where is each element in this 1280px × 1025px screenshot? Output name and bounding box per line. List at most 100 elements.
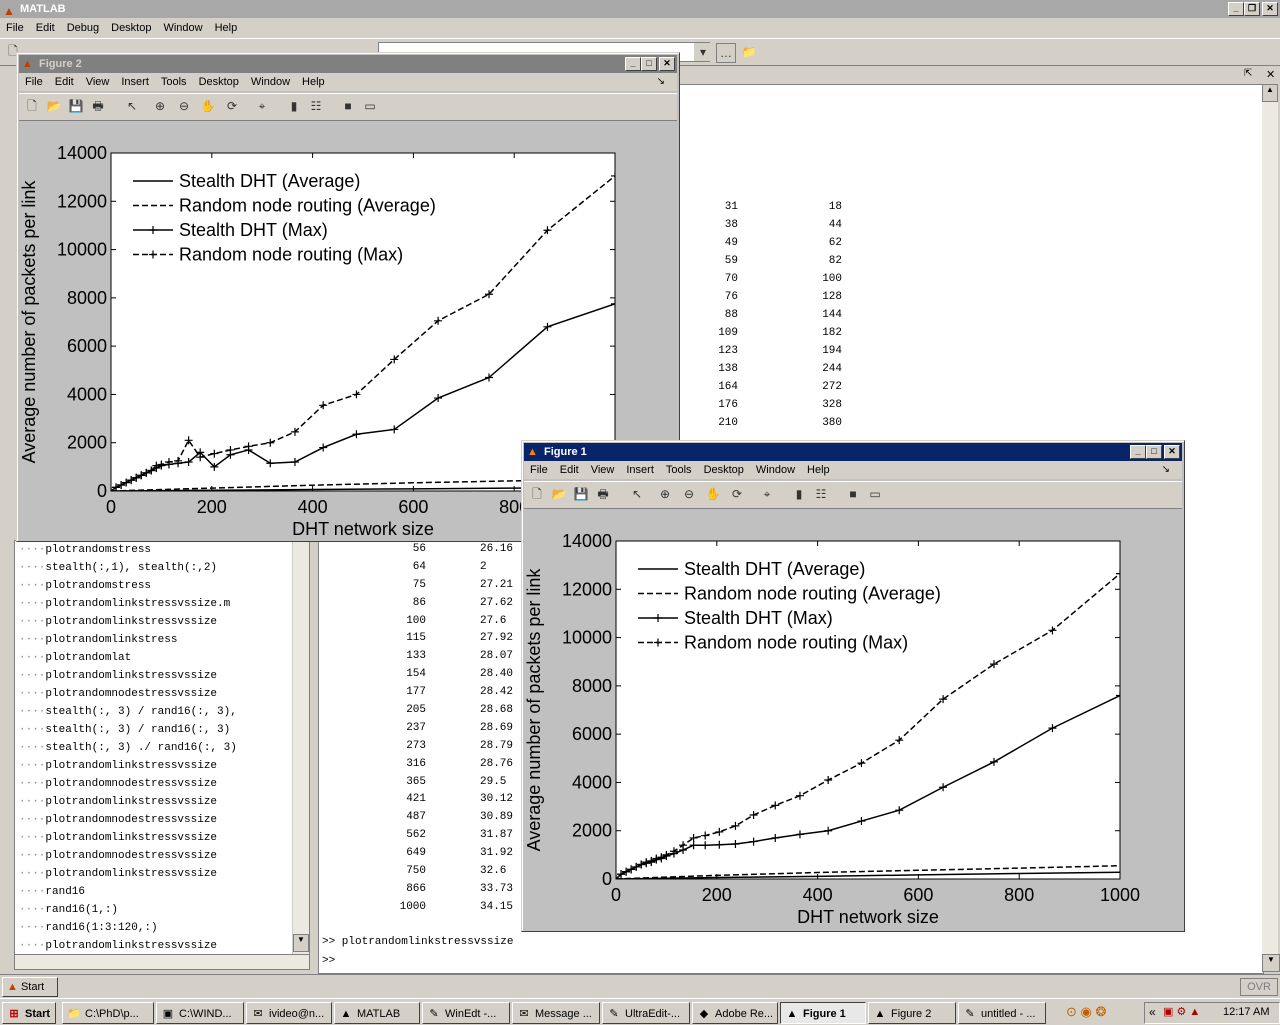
taskbar-button[interactable]: ✎ UltraEdit-...	[602, 1002, 690, 1024]
history-item[interactable]: ····stealth(:, 3) ./ rand16(:, 3)	[19, 739, 237, 757]
legend-icon[interactable]: ☷	[307, 97, 325, 115]
print-icon[interactable]: 🖶	[594, 485, 612, 503]
taskbar-button[interactable]: ◆ Adobe Re...	[692, 1002, 778, 1024]
history-item[interactable]: ····plotrandomlat	[19, 649, 237, 667]
figure2-menu-insert[interactable]: Insert	[115, 73, 155, 91]
dock-arrow-icon[interactable]: ↘	[651, 73, 671, 91]
zoom-out-icon[interactable]: ⊖	[680, 485, 698, 503]
history-item[interactable]: ····plotrandomlinkstressvssize	[19, 865, 237, 883]
menu-window[interactable]: Window	[157, 19, 208, 37]
figure1-minimize-button[interactable]: _	[1130, 445, 1146, 459]
data-cursor-icon[interactable]: ⌖	[253, 97, 271, 115]
history-item[interactable]: ····plotrandomlinkstressvssize	[19, 829, 237, 847]
legend-icon[interactable]: ☷	[812, 485, 830, 503]
figure2-close-button[interactable]: ✕	[659, 57, 675, 71]
taskbar-button[interactable]: ▲ Figure 1	[780, 1002, 866, 1024]
cmd-prompt-2[interactable]: >>	[322, 955, 335, 967]
taskbar-button[interactable]: ✉ ivideo@n...	[246, 1002, 332, 1024]
history-item[interactable]: ····plotrandomnodestressvssize	[19, 811, 237, 829]
dropdown-arrow-icon[interactable]: ▾	[694, 43, 712, 61]
history-item[interactable]: ····plotrandomstress	[19, 541, 237, 559]
undock-icon[interactable]: ⇱	[1244, 68, 1252, 79]
figure1-menu-edit[interactable]: Edit	[554, 461, 585, 479]
zoom-in-icon[interactable]: ⊕	[656, 485, 674, 503]
new-figure-icon[interactable]: 🗋	[23, 97, 41, 115]
rotate-icon[interactable]: ⟳	[728, 485, 746, 503]
history-item[interactable]: ····plotrandomlinkstressvssize	[19, 937, 237, 955]
figure1-menu-view[interactable]: View	[585, 461, 621, 479]
history-scrollbar[interactable]: ▼	[292, 540, 309, 954]
figure1-menu-file[interactable]: File	[524, 461, 554, 479]
figure1-close-button[interactable]: ✕	[1164, 445, 1180, 459]
history-item[interactable]: ····plotrandomnodestressvssize	[19, 775, 237, 793]
history-item[interactable]: ····stealth(:, 3) / rand16(:, 3)	[19, 721, 237, 739]
figure1-maximize-button[interactable]: □	[1146, 445, 1162, 459]
history-item[interactable]: ····rand16(1,:)	[19, 901, 237, 919]
taskbar-button[interactable]: ▣ C:\WIND...	[156, 1002, 244, 1024]
colorbar-icon[interactable]: ▮	[790, 485, 808, 503]
browse-button[interactable]: …	[716, 43, 736, 63]
taskbar-button[interactable]: ▲ Figure 2	[868, 1002, 956, 1024]
minimize-button[interactable]: _	[1228, 2, 1244, 16]
open-icon[interactable]: 📂	[550, 485, 568, 503]
figure2-menu-file[interactable]: File	[19, 73, 49, 91]
history-item[interactable]: ····plotrandomlinkstressvssize	[19, 613, 237, 631]
zoom-out-icon[interactable]: ⊖	[175, 97, 193, 115]
taskbar-button[interactable]: ▲ MATLAB	[334, 1002, 420, 1024]
figure2-menu-help[interactable]: Help	[296, 73, 331, 91]
history-item[interactable]: ····rand16	[19, 883, 237, 901]
save-icon[interactable]: 💾	[67, 97, 85, 115]
hide-tools-icon[interactable]: ■	[339, 97, 357, 115]
history-item[interactable]: ····stealth(:,1), stealth(:,2)	[19, 559, 237, 577]
figure1-menu-insert[interactable]: Insert	[620, 461, 660, 479]
taskbar-button[interactable]: 📁 C:\PhD\p...	[62, 1002, 154, 1024]
hide-tools-icon[interactable]: ■	[844, 485, 862, 503]
figure2-menu-tools[interactable]: Tools	[155, 73, 193, 91]
pointer-icon[interactable]: ↖	[628, 485, 646, 503]
restore-button[interactable]: ❐	[1244, 2, 1260, 16]
history-item[interactable]: ····plotrandomnodestressvssize	[19, 847, 237, 865]
history-item[interactable]: ····plotrandomstress	[19, 577, 237, 595]
history-item[interactable]: ····plotrandomlinkstressvssize	[19, 667, 237, 685]
open-icon[interactable]: 📂	[45, 97, 63, 115]
menu-help[interactable]: Help	[209, 19, 244, 37]
history-item[interactable]: ····plotrandomlinkstress	[19, 631, 237, 649]
figure2-menu-desktop[interactable]: Desktop	[193, 73, 245, 91]
print-icon[interactable]: 🖶	[89, 97, 107, 115]
close-button[interactable]: ✕	[1262, 2, 1278, 16]
matlab-start-button[interactable]: ▲ Start	[2, 977, 58, 997]
figure2-menu-edit[interactable]: Edit	[49, 73, 80, 91]
figure1-menu-tools[interactable]: Tools	[660, 461, 698, 479]
history-item[interactable]: ····plotrandomlinkstressvssize	[19, 757, 237, 775]
menu-desktop[interactable]: Desktop	[105, 19, 157, 37]
menu-file[interactable]: File	[0, 19, 30, 37]
history-item[interactable]: ····rand16(1:3:120,:)	[19, 919, 237, 937]
rotate-icon[interactable]: ⟳	[223, 97, 241, 115]
figure2-menu-window[interactable]: Window	[245, 73, 296, 91]
taskbar-button[interactable]: ✎ untitled - ...	[958, 1002, 1046, 1024]
command-close-icon[interactable]: ✕	[1266, 68, 1275, 81]
show-tools-icon[interactable]: ▭	[361, 97, 379, 115]
figure1-menu-window[interactable]: Window	[750, 461, 801, 479]
menu-debug[interactable]: Debug	[61, 19, 105, 37]
zoom-in-icon[interactable]: ⊕	[151, 97, 169, 115]
history-item[interactable]: ····plotrandomlinkstressvssize.m	[19, 595, 237, 613]
history-item[interactable]: ····plotrandomlinkstressvssize	[19, 793, 237, 811]
command-scrollbar[interactable]: ▲ ▼	[1262, 84, 1280, 972]
show-tools-icon[interactable]: ▭	[866, 485, 884, 503]
figure1-menu-help[interactable]: Help	[801, 461, 836, 479]
taskbar-button[interactable]: ✎ WinEdt -...	[422, 1002, 510, 1024]
save-icon[interactable]: 💾	[572, 485, 590, 503]
folder-up-icon[interactable]: 📁	[740, 43, 758, 61]
quick-launch-icons[interactable]: ⊙ ◉ ❂	[1066, 1004, 1106, 1020]
pointer-icon[interactable]: ↖	[123, 97, 141, 115]
figure2-minimize-button[interactable]: _	[625, 57, 641, 71]
pan-icon[interactable]: ✋	[704, 485, 722, 503]
figure2-maximize-button[interactable]: □	[641, 57, 657, 71]
pan-icon[interactable]: ✋	[199, 97, 217, 115]
history-item[interactable]: ····plotrandomnodestressvssize	[19, 685, 237, 703]
new-figure-icon[interactable]: 🗋	[528, 485, 546, 503]
colorbar-icon[interactable]: ▮	[285, 97, 303, 115]
figure1-menu-desktop[interactable]: Desktop	[698, 461, 750, 479]
data-cursor-icon[interactable]: ⌖	[758, 485, 776, 503]
